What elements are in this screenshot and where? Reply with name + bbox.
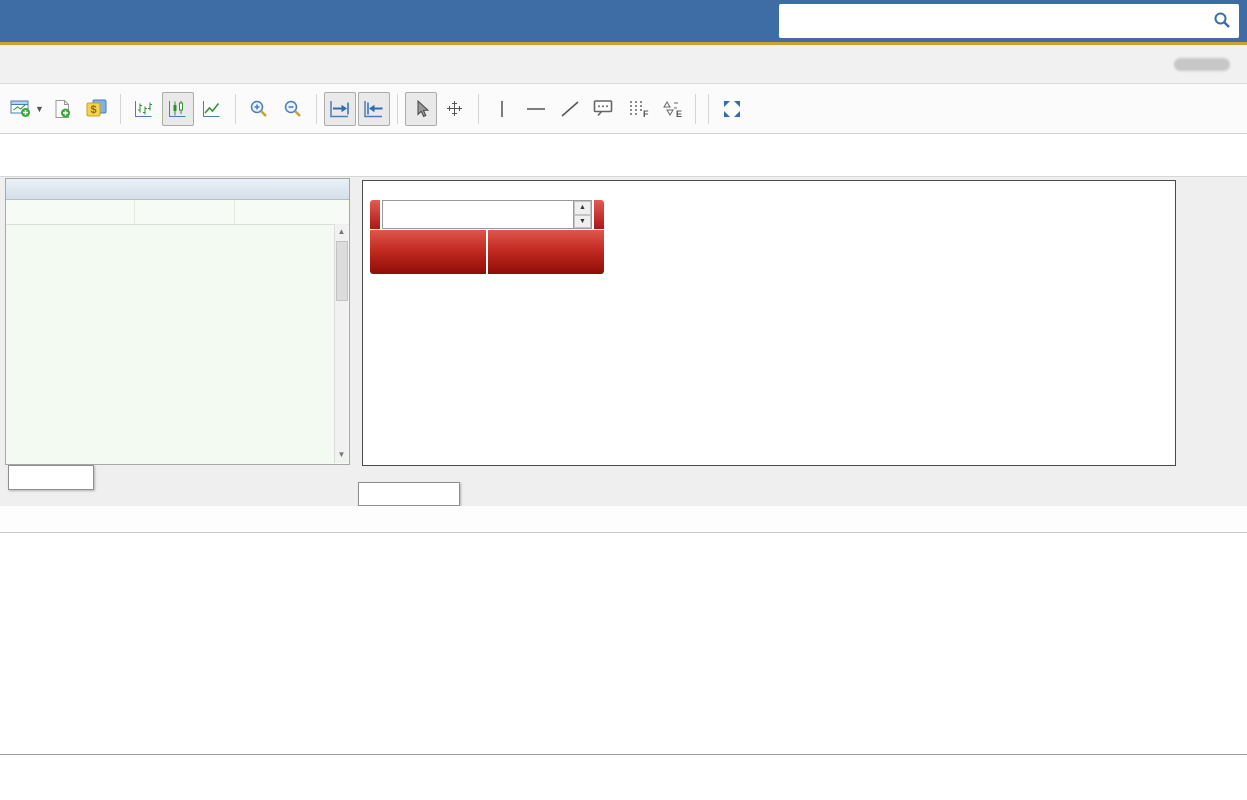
fibonacci-button[interactable]: F <box>622 92 654 126</box>
market-watch-title <box>6 179 349 200</box>
svg-text:F: F <box>643 109 649 119</box>
toolbar-separator <box>235 94 236 124</box>
cookie-banner <box>0 754 1247 800</box>
column-ask[interactable] <box>234 200 334 224</box>
line-chart-button[interactable] <box>196 92 228 126</box>
sell-price-panel[interactable] <box>370 230 486 274</box>
fibonacci-icon: F <box>627 99 649 119</box>
search-input[interactable] <box>785 7 1199 37</box>
cursor-button[interactable] <box>405 92 437 126</box>
menu-bar <box>0 45 1247 84</box>
zoom-in-icon <box>249 99 269 119</box>
new-order-icon <box>54 99 72 119</box>
volume-stepper: ▲ ▼ <box>573 201 591 228</box>
candlestick-chart-icon <box>167 99 188 119</box>
horizontal-line-icon <box>525 99 547 119</box>
column-bid[interactable] <box>134 200 234 224</box>
text-label-button[interactable] <box>588 92 620 126</box>
account-status <box>1169 45 1235 83</box>
zoom-in-button[interactable] <box>243 92 275 126</box>
vertical-line-button[interactable] <box>486 92 518 126</box>
text-label-icon <box>593 99 615 118</box>
auto-scroll-button[interactable] <box>324 92 356 126</box>
bar-chart-icon <box>133 99 154 119</box>
toolbar-separator <box>120 94 121 124</box>
profiles-icon: $ <box>86 99 107 118</box>
scroll-up-icon[interactable]: ▲ <box>335 225 348 239</box>
zoom-out-button[interactable] <box>277 92 309 126</box>
svg-text:E: E <box>676 109 682 119</box>
market-watch-header <box>6 200 349 225</box>
tab-symbols[interactable] <box>8 465 94 490</box>
trendline-icon <box>560 99 580 119</box>
new-order-button[interactable] <box>47 92 79 126</box>
new-chart-button[interactable]: ▼ <box>9 92 45 126</box>
price-axis <box>1176 180 1245 464</box>
volume-box: ▲ ▼ <box>382 200 592 229</box>
crosshair-button[interactable] <box>439 92 471 126</box>
auto-scroll-icon <box>328 99 351 119</box>
toolbar-separator <box>695 94 696 124</box>
market-watch-panel: ▲ ▼ <box>5 178 350 465</box>
toolbar-separator <box>478 94 479 124</box>
mt4-web-terminal: ▼ $ <box>0 0 1247 800</box>
chart-toolbar: ▼ $ <box>0 84 1247 134</box>
profiles-button[interactable]: $ <box>81 92 113 126</box>
svg-text:$: $ <box>91 104 97 116</box>
sub-strip <box>0 135 1247 176</box>
one-click-trading-widget: ▲ ▼ <box>370 200 604 274</box>
search-icon[interactable] <box>1213 11 1231 29</box>
chart-plot-area[interactable]: ▲ ▼ <box>362 180 1176 466</box>
toolbar-separator <box>397 94 398 124</box>
chart-panel: ▲ ▼ <box>356 178 1245 466</box>
crosshair-icon <box>445 99 464 118</box>
vertical-line-icon <box>495 99 509 119</box>
buy-button[interactable] <box>594 200 604 229</box>
stepper-down-icon[interactable]: ▼ <box>574 215 591 229</box>
stepper-up-icon[interactable]: ▲ <box>574 201 591 215</box>
horizontal-line-button[interactable] <box>520 92 552 126</box>
fullscreen-icon <box>722 99 742 119</box>
candlestick-chart-button[interactable] <box>162 92 194 126</box>
terminal-header <box>0 506 1247 533</box>
redacted-account-number <box>1174 58 1230 71</box>
tab-chart-eurusd-h1[interactable] <box>358 482 460 506</box>
scroll-down-icon[interactable]: ▼ <box>335 448 348 462</box>
new-chart-icon <box>10 99 33 118</box>
bar-chart-button[interactable] <box>128 92 160 126</box>
market-watch-scrollbar[interactable]: ▲ ▼ <box>334 224 348 463</box>
cursor-icon <box>413 100 429 118</box>
toolbar-separator <box>316 94 317 124</box>
chart-shift-button[interactable] <box>358 92 390 126</box>
trendline-button[interactable] <box>554 92 586 126</box>
volume-input[interactable] <box>383 201 573 228</box>
time-axis <box>362 468 1174 484</box>
toolbar-separator <box>708 94 709 124</box>
scrollbar-thumb[interactable] <box>336 241 348 301</box>
zoom-out-icon <box>283 99 303 119</box>
sell-button[interactable] <box>370 200 380 229</box>
chart-shift-icon <box>362 99 385 119</box>
terminal-panel <box>0 506 1247 533</box>
search-box <box>779 4 1239 38</box>
line-chart-icon <box>201 99 222 119</box>
fullscreen-button[interactable] <box>716 92 748 126</box>
top-navigation <box>0 0 1247 45</box>
indicators-icon: E <box>661 99 683 119</box>
buy-price-panel[interactable] <box>488 230 604 274</box>
chevron-down-icon: ▼ <box>35 104 44 114</box>
indicators-button[interactable]: E <box>656 92 688 126</box>
